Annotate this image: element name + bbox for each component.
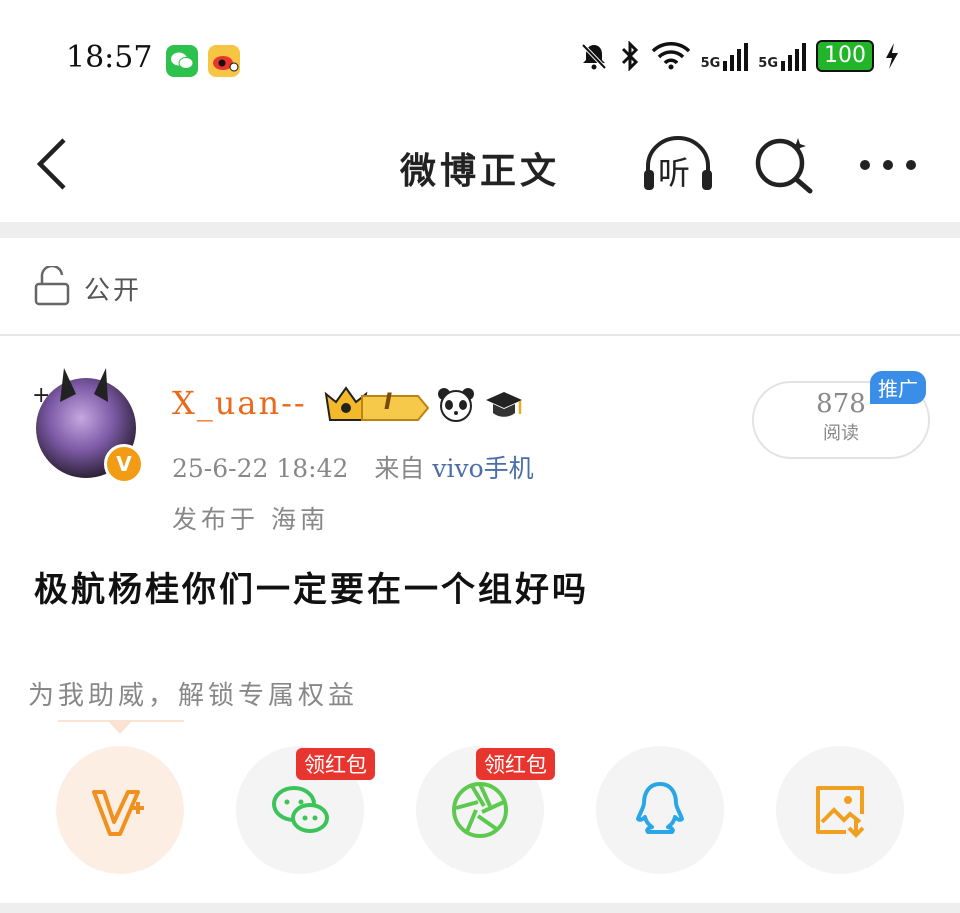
moments-red-packet-tag: 领红包 (476, 748, 555, 780)
mute-bell-icon (581, 43, 607, 70)
bottom-divider (0, 903, 960, 913)
promote-badge[interactable]: 推广 (870, 371, 926, 404)
vip-plus-icon (92, 790, 144, 836)
battery-level: 100 (816, 40, 874, 72)
network-type-1: 5G (700, 56, 721, 71)
search-button[interactable] (752, 134, 816, 194)
signal-icon (781, 43, 806, 71)
share-qq-button[interactable] (596, 746, 724, 874)
listen-button[interactable]: 听 (640, 134, 716, 194)
visibility-row (0, 238, 960, 336)
support-tip: 为我助威，解锁专属权益 (28, 681, 359, 711)
lock-open-icon (34, 264, 70, 310)
wifi-icon (651, 42, 690, 70)
post-content: 极航杨桂你们一定要在一个组好吗 (34, 570, 589, 610)
post-datetime: 25-6-22 18:42 (172, 454, 349, 483)
vip-crown-badge: I (322, 384, 430, 424)
signal-icon (723, 43, 749, 71)
save-image-button[interactable] (776, 746, 904, 874)
share-vip-button[interactable] (56, 746, 184, 874)
charging-icon (886, 43, 898, 69)
tip-pointer (58, 720, 184, 736)
wechat-icon (272, 786, 329, 833)
status-icons: 5G 5G 100 (579, 40, 900, 72)
moments-aperture-icon (452, 782, 508, 838)
more-dots-icon (860, 160, 916, 170)
graduation-cap-icon (484, 388, 524, 426)
post-source[interactable]: vivo手机 (432, 454, 533, 483)
page-title: 微博正文 (399, 150, 560, 192)
post-location: 发布于 海南 (172, 505, 329, 534)
search-icon (755, 138, 813, 194)
save-image-icon (816, 786, 865, 838)
reads-label: 阅读 (823, 423, 859, 444)
status-time: 18:57 (66, 40, 153, 75)
more-button[interactable] (858, 150, 918, 180)
post-meta: 25-6-22 18:42 来自 vivo手机 (172, 449, 534, 485)
from-prefix: 来自 (374, 454, 425, 483)
section-divider (0, 222, 960, 238)
weibo-notification-icon (208, 45, 240, 77)
wechat-red-packet-tag: 领红包 (296, 748, 375, 780)
vip-level: I (384, 390, 393, 415)
verified-badge: V (104, 444, 144, 484)
svg-text:+: + (32, 383, 50, 404)
wechat-notification-icon (166, 45, 198, 77)
panda-badge-icon (436, 386, 476, 426)
bluetooth-icon (621, 41, 638, 71)
username[interactable]: X_uan-- (172, 384, 307, 422)
qq-penguin-icon (636, 782, 684, 834)
visibility-label: 公开 (84, 276, 143, 306)
avatar-horns-decoration: + (30, 364, 140, 408)
network-type-2: 5G (758, 56, 778, 71)
listen-label: 听 (658, 154, 691, 192)
